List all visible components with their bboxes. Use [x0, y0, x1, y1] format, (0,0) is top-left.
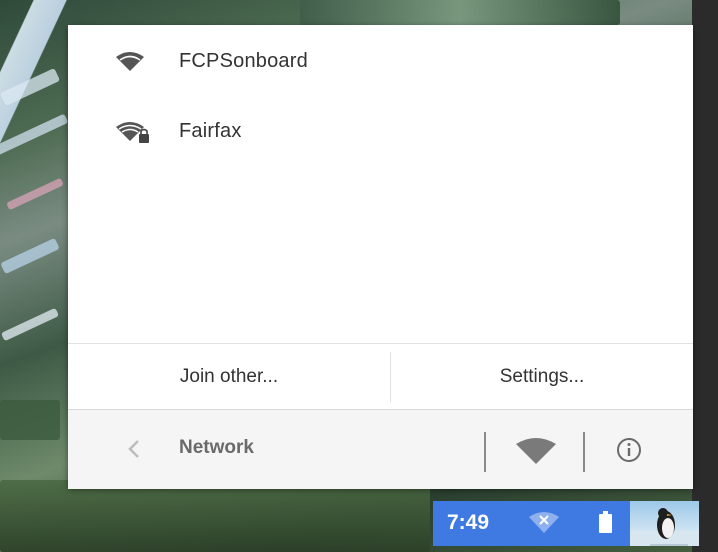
settings-button[interactable]: Settings... [391, 344, 693, 410]
wifi-disconnected-icon [527, 511, 561, 535]
info-icon[interactable] [615, 436, 643, 464]
wifi-icon [114, 49, 146, 73]
footer-divider [484, 432, 486, 472]
chevron-left-icon[interactable] [122, 432, 146, 466]
network-item-fcpsonboard[interactable]: FCPSonboard [68, 33, 693, 89]
right-edge-panel [692, 0, 718, 552]
network-actions: Join other... Settings... [68, 343, 693, 410]
network-item-fairfax[interactable]: Fairfax [68, 103, 693, 159]
network-list: FCPSonboard Fairfax [68, 25, 693, 343]
network-name: FCPSonboard [179, 49, 308, 72]
user-avatar[interactable] [630, 501, 699, 546]
footer-divider [583, 432, 585, 472]
network-footer: Network [68, 409, 693, 489]
network-title: Network [179, 437, 254, 458]
battery-icon [599, 511, 612, 533]
wifi-icon[interactable] [514, 438, 558, 466]
join-other-button[interactable]: Join other... [68, 344, 390, 410]
network-popup: FCPSonboard Fairfax Join other... Settin… [68, 25, 693, 489]
wifi-lock-icon [114, 119, 149, 143]
clock-time: 7:49 [447, 511, 490, 534]
network-name: Fairfax [179, 119, 242, 142]
system-tray[interactable]: 7:49 [433, 501, 699, 546]
